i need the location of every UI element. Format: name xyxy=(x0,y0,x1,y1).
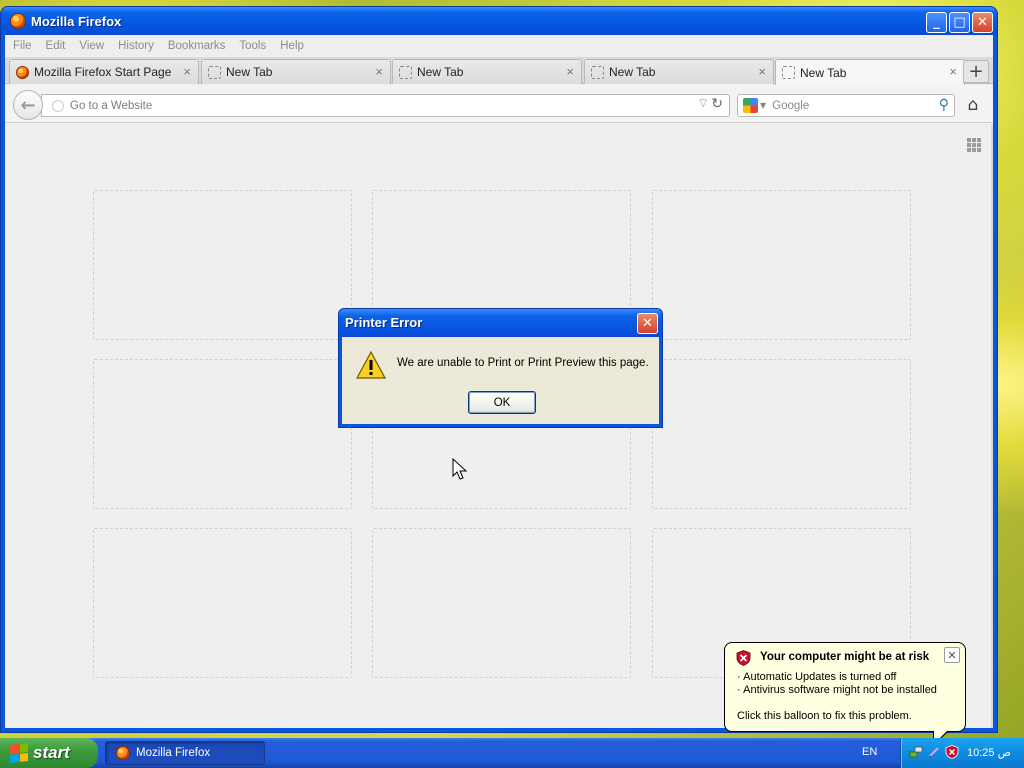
security-balloon[interactable]: Your computer might be at risk ✕ · Autom… xyxy=(724,642,966,746)
dialog-message: We are unable to Print or Print Preview … xyxy=(397,357,649,369)
tab-label: New Tab xyxy=(417,65,464,79)
menu-bookmarks[interactable]: Bookmarks xyxy=(168,40,226,52)
mouse-cursor-icon xyxy=(452,458,468,480)
tab-close-icon[interactable]: × xyxy=(183,64,191,79)
ok-button[interactable]: OK xyxy=(468,391,536,414)
dialog-title[interactable]: Printer Error xyxy=(339,309,662,337)
tab-label: Mozilla Firefox Start Page xyxy=(34,65,172,79)
site-thumbnail[interactable] xyxy=(93,190,352,340)
tab-close-icon[interactable]: × xyxy=(375,64,383,79)
menu-edit[interactable]: Edit xyxy=(46,40,66,52)
back-button[interactable]: ← xyxy=(13,90,43,120)
printer-error-dialog: Printer Error ✕ We are unable to Print o… xyxy=(338,308,663,428)
menu-tools[interactable]: Tools xyxy=(239,40,266,52)
firefox-icon xyxy=(116,746,130,760)
system-tray: 10:25 ص xyxy=(900,738,1024,768)
tab-strip: Mozilla Firefox Start Page × New Tab × N… xyxy=(5,57,993,85)
taskbar-item-label: Mozilla Firefox xyxy=(136,747,211,759)
start-label: start xyxy=(33,743,70,762)
close-button[interactable]: ✕ xyxy=(972,12,993,33)
windows-logo-icon xyxy=(10,743,28,763)
search-icon[interactable]: ⚲ xyxy=(939,97,949,113)
firefox-icon xyxy=(10,13,26,29)
balloon-line: Click this balloon to fix this problem. xyxy=(737,710,912,722)
network-icon[interactable] xyxy=(909,745,923,759)
search-bar[interactable]: ▼ Google ⚲ xyxy=(737,94,955,117)
tab-new-tab-active[interactable]: New Tab × xyxy=(775,59,965,85)
tab-start-page[interactable]: Mozilla Firefox Start Page × xyxy=(9,59,199,84)
security-shield-icon[interactable] xyxy=(945,745,959,759)
menu-file[interactable]: File xyxy=(13,40,32,52)
tab-label: New Tab xyxy=(800,65,847,80)
site-thumbnail[interactable] xyxy=(372,528,631,678)
blank-page-icon xyxy=(782,66,795,79)
site-thumbnail[interactable] xyxy=(93,528,352,678)
navigation-toolbar: Go to a Website ▽ ↻ ← ▼ Google ⚲ ⌂ xyxy=(5,85,993,123)
firefox-icon xyxy=(16,65,29,79)
menu-help[interactable]: Help xyxy=(280,40,304,52)
dialog-close-button[interactable]: ✕ xyxy=(637,313,658,334)
window-title: Mozilla Firefox xyxy=(31,13,122,29)
search-input[interactable]: Google xyxy=(772,100,809,112)
taskbar-item-firefox[interactable]: Mozilla Firefox xyxy=(105,741,265,765)
blank-page-icon xyxy=(208,65,221,79)
blank-page-icon xyxy=(591,65,604,79)
site-thumbnail[interactable] xyxy=(652,190,911,340)
tab-new-tab-3[interactable]: New Tab × xyxy=(584,59,774,84)
menu-history[interactable]: History xyxy=(118,40,154,52)
tab-label: New Tab xyxy=(609,65,656,79)
clock[interactable]: 10:25 ص xyxy=(967,746,1011,759)
site-thumbnail[interactable] xyxy=(652,359,911,509)
minimize-button[interactable]: _ xyxy=(926,12,947,33)
tab-close-icon[interactable]: × xyxy=(758,64,766,79)
balloon-line: · Automatic Updates is turned off xyxy=(737,671,897,683)
maximize-button[interactable]: □ xyxy=(949,12,970,33)
tab-close-icon[interactable]: × xyxy=(566,64,574,79)
new-tab-button[interactable]: + xyxy=(963,60,989,83)
taskbar: start Mozilla Firefox EN 10:25 ص xyxy=(0,738,1024,768)
balloon-close-button[interactable]: ✕ xyxy=(944,647,960,663)
dialog-body: We are unable to Print or Print Preview … xyxy=(342,337,659,424)
site-thumbnail[interactable] xyxy=(93,359,352,509)
menubar: File Edit View History Bookmarks Tools H… xyxy=(5,35,993,57)
reload-icon[interactable]: ↻ xyxy=(711,96,723,112)
balloon-title: Your computer might be at risk xyxy=(760,651,930,663)
menu-view[interactable]: View xyxy=(79,40,104,52)
url-input[interactable]: Go to a Website xyxy=(70,100,152,112)
tab-new-tab-2[interactable]: New Tab × xyxy=(392,59,582,84)
tab-label: New Tab xyxy=(226,65,273,79)
window-titlebar[interactable]: Mozilla Firefox _ □ ✕ xyxy=(1,7,997,35)
url-bar[interactable]: Go to a Website ▽ ↻ xyxy=(41,94,730,117)
tab-new-tab-1[interactable]: New Tab × xyxy=(201,59,391,84)
language-indicator[interactable]: EN xyxy=(862,746,877,758)
url-dropdown-icon[interactable]: ▽ xyxy=(699,98,707,109)
home-button[interactable]: ⌂ xyxy=(963,95,983,115)
start-button[interactable]: start xyxy=(0,738,98,768)
tab-close-icon[interactable]: × xyxy=(949,64,957,79)
security-shield-icon xyxy=(736,650,751,666)
balloon-line: · Antivirus software might not be instal… xyxy=(737,684,937,696)
engine-dropdown-icon[interactable]: ▼ xyxy=(760,101,766,110)
google-icon[interactable] xyxy=(743,98,758,113)
pen-icon[interactable] xyxy=(927,745,941,759)
site-identity-icon xyxy=(52,99,64,112)
blank-page-icon xyxy=(399,65,412,79)
content-edge xyxy=(991,124,993,728)
grid-icon[interactable] xyxy=(967,138,981,152)
warning-icon xyxy=(356,351,386,379)
